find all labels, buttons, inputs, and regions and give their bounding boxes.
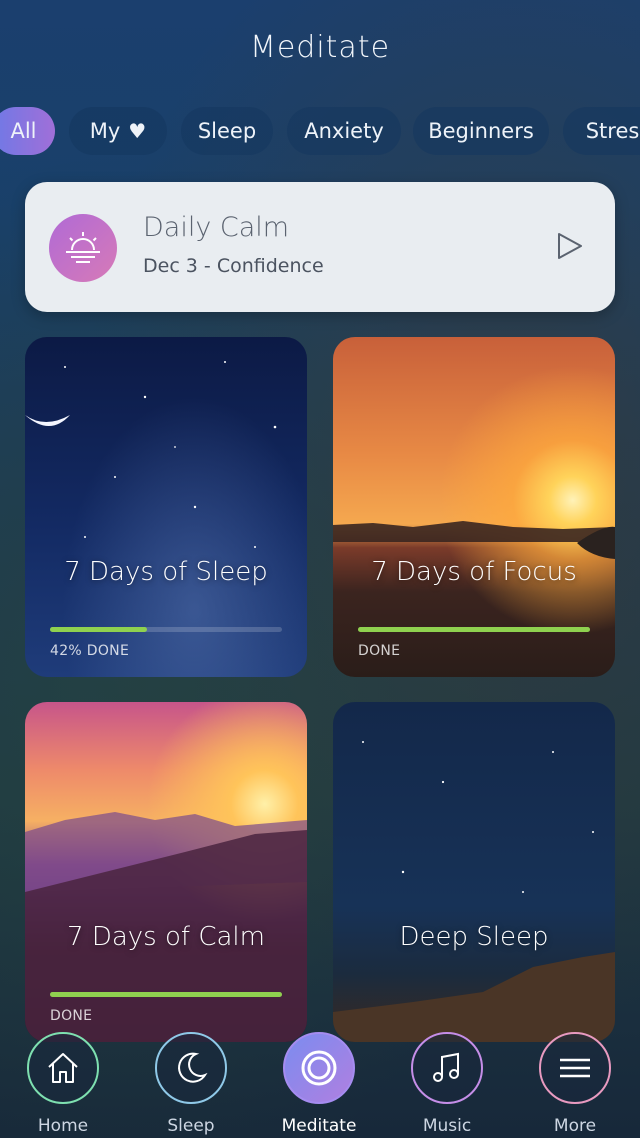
progress-status: DONE (358, 643, 401, 659)
card-title: Deep Sleep (399, 922, 549, 952)
menu-icon (539, 1032, 611, 1104)
meditate-icon (283, 1032, 355, 1104)
progress-status: 42% DONE (50, 643, 130, 659)
nav-label: Meditate (281, 1116, 357, 1136)
sunset-sea-image (333, 521, 615, 559)
tab-anxiety[interactable]: Anxiety (287, 107, 401, 155)
nav-label: More (553, 1116, 597, 1136)
category-tabs: All My ♥ Sleep Anxiety Beginners Stress (0, 107, 640, 155)
tab-label: Stress (585, 119, 640, 143)
course-card-7-days-of-sleep[interactable]: 7 Days of Sleep 42% DONE (25, 337, 307, 677)
page-title: Meditate (249, 30, 391, 65)
heart-icon: ♥ (128, 119, 147, 143)
tab-label: All (10, 119, 37, 143)
card-title: 7 Days of Focus (371, 557, 577, 587)
sunrise-icon (49, 214, 117, 282)
progress-fill (50, 627, 148, 632)
play-icon[interactable] (551, 228, 587, 264)
daily-calm-card[interactable]: Daily Calm Dec 3 - Confidence (25, 182, 615, 312)
progress-bar (358, 627, 590, 632)
card-title: 7 Days of Calm (67, 922, 265, 952)
progress-bar (50, 627, 282, 632)
daily-calm-title: Daily Calm (143, 212, 290, 243)
course-card-deep-sleep[interactable]: Deep Sleep (333, 702, 615, 1042)
daily-calm-subtitle: Dec 3 - Confidence (143, 255, 324, 277)
progress-fill (358, 627, 590, 632)
home-icon (27, 1032, 99, 1104)
course-card-7-days-of-calm[interactable]: 7 Days of Calm DONE (25, 702, 307, 1042)
course-card-7-days-of-focus[interactable]: 7 Days of Focus DONE (333, 337, 615, 677)
progress-fill (50, 992, 282, 997)
tab-label: Anxiety (304, 119, 384, 143)
nav-more[interactable]: More (530, 1030, 620, 1138)
nav-home[interactable]: Home (18, 1030, 108, 1138)
night-sky-image (333, 741, 615, 1042)
progress-bar (50, 992, 282, 997)
card-title: 7 Days of Sleep (64, 557, 268, 587)
tab-label: Sleep (197, 119, 257, 143)
mountain-sunset-image (25, 812, 307, 1042)
progress-status: DONE (50, 1008, 93, 1024)
nav-meditate[interactable]: Meditate (274, 1030, 364, 1138)
bottom-navigation: Home Sleep Meditate Music More (0, 1030, 640, 1138)
starry-sky-image (25, 361, 277, 548)
tab-label: My (89, 119, 121, 143)
nav-label: Music (422, 1116, 472, 1136)
nav-label: Home (37, 1116, 89, 1136)
tab-my[interactable]: My ♥ (69, 107, 167, 155)
tab-all[interactable]: All (0, 107, 55, 155)
tab-stress[interactable]: Stress (563, 107, 640, 155)
moon-icon (155, 1032, 227, 1104)
tab-sleep[interactable]: Sleep (181, 107, 273, 155)
tab-beginners[interactable]: Beginners (413, 107, 549, 155)
nav-label: Sleep (167, 1116, 215, 1136)
nav-music[interactable]: Music (402, 1030, 492, 1138)
nav-sleep[interactable]: Sleep (146, 1030, 236, 1138)
music-note-icon (411, 1032, 483, 1104)
tab-label: Beginners (428, 119, 534, 143)
